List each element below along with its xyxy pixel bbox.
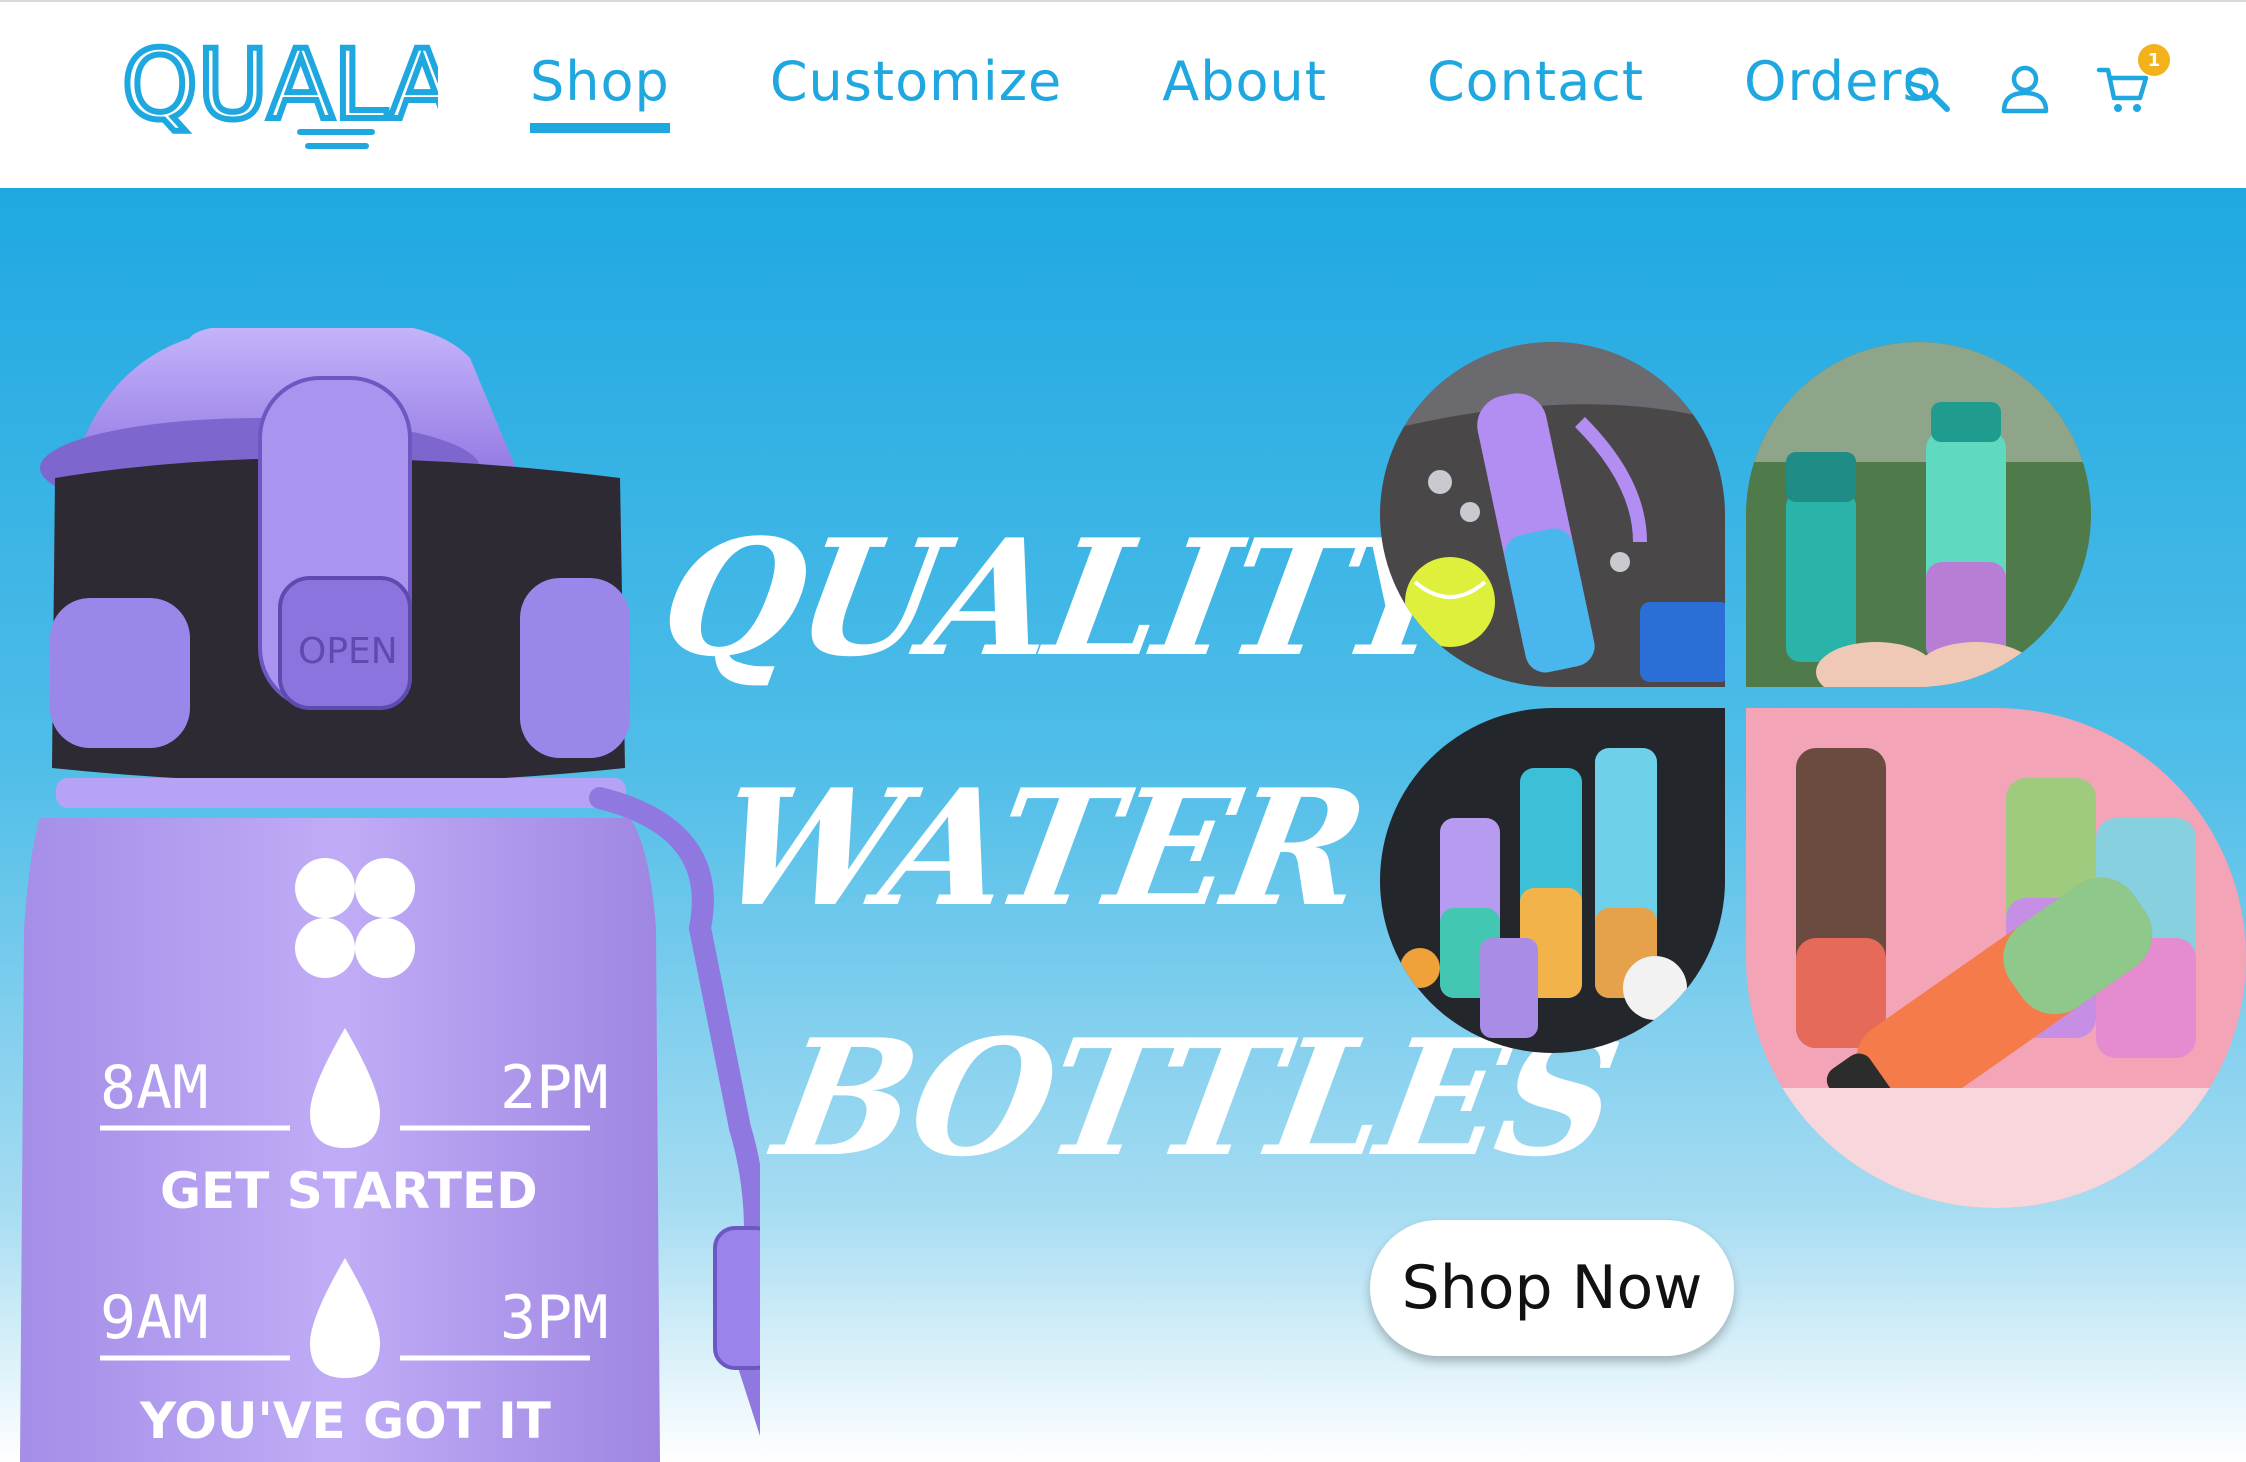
gallery-image-tennis [1380,342,1725,687]
gallery-image-outdoor [1746,342,2091,687]
cart-button[interactable]: 1 [2096,44,2170,116]
headline-line-2: WATER [703,754,1376,942]
nav-customize[interactable]: Customize [770,50,1062,125]
svg-text:9AM: 9AM [100,1283,208,1353]
nav-contact[interactable]: Contact [1427,50,1644,125]
header-icons: 1 [1900,44,2170,116]
headline-line-1: QUALITY [648,504,1473,692]
hero-bottle-image: OPEN 8AM 2PM GET STARTED 9AM 3PM YOU'VE … [20,328,760,1462]
nav-about[interactable]: About [1162,50,1327,125]
main-nav: Shop Customize About Contact Orders [530,50,2032,133]
cart-count-badge: 1 [2138,44,2170,76]
site-header: QUALA Shop Customize About Contact Order… [0,0,2246,188]
search-button[interactable] [1900,62,1954,116]
nav-shop[interactable]: Shop [530,50,670,133]
svg-text:YOU'VE GOT IT: YOU'VE GOT IT [139,1392,551,1450]
quala-logo[interactable]: QUALA [122,26,438,156]
svg-text:OPEN: OPEN [298,631,398,672]
gallery-image-set [1380,708,1725,1053]
user-icon [2001,65,2049,114]
svg-text:2PM: 2PM [500,1053,608,1123]
gallery-image-pink [1746,708,2246,1208]
shop-now-button[interactable]: Shop Now [1370,1220,1734,1356]
hero-banner: OPEN 8AM 2PM GET STARTED 9AM 3PM YOU'VE … [0,188,2246,1462]
svg-text:GET STARTED: GET STARTED [160,1162,538,1220]
account-button[interactable] [1998,62,2052,116]
svg-text:8AM: 8AM [100,1053,208,1123]
svg-text:QUALA: QUALA [122,29,438,141]
svg-text:3PM: 3PM [500,1283,608,1353]
search-icon [1905,67,1950,112]
